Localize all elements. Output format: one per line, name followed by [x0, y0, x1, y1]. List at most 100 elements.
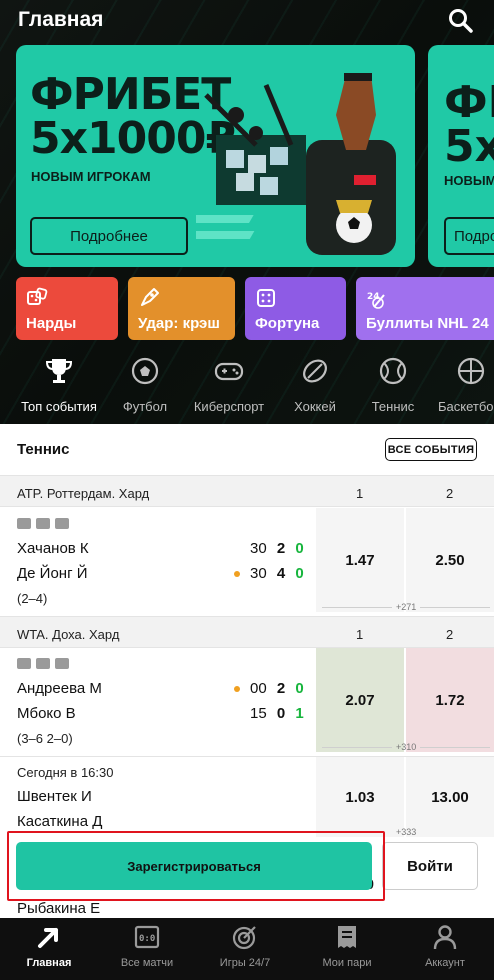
player-1-name[interactable]: Андреева М [17, 680, 102, 697]
sport-tab-top[interactable]: Топ события [16, 356, 102, 414]
bottom-nav: Главная 0:0 Все матчи Игры 24/7 Мои пари… [0, 918, 494, 980]
media-icons [17, 658, 69, 669]
odd-button-1[interactable]: 2.07 [316, 648, 404, 752]
sport-label: Хоккей [294, 399, 336, 414]
all-events-button[interactable]: ВСЕ СОБЫТИЯ [385, 438, 477, 461]
serve-indicator [234, 571, 240, 577]
nav-item-games[interactable]: Игры 24/7 [196, 918, 294, 980]
live-score-2: 15 0 1 [250, 705, 304, 722]
player-2-name[interactable]: Касаткина Д [17, 813, 102, 830]
hockey-stick-icon: 24 [367, 292, 385, 309]
search-icon[interactable] [448, 8, 474, 34]
highlight-frame [7, 831, 385, 901]
odd-button-2[interactable]: 13.00 [406, 757, 494, 837]
banner-subtitle: НОВЫМ [444, 173, 494, 188]
column-1-label: 1 [356, 627, 364, 642]
dice-icon [27, 287, 48, 305]
league-header[interactable]: WTA. Доха. Хард 1 2 [0, 616, 494, 648]
dice-icon [257, 289, 275, 307]
soccer-ball-icon [131, 357, 159, 385]
points: 00 [250, 680, 267, 697]
odd-button-2[interactable]: 1.72 [406, 648, 494, 752]
more-markets[interactable]: +271 [396, 602, 416, 612]
target-icon [232, 926, 256, 950]
stats-icon [55, 658, 69, 669]
nav-item-my-bets[interactable]: Мои пари [298, 918, 396, 980]
rocket-icon [141, 288, 159, 306]
nav-label: Все матчи [120, 957, 174, 969]
league-name: WTA. Доха. Хард [17, 627, 120, 642]
trophy-icon [45, 359, 73, 383]
tile-label: Нарды [26, 315, 77, 332]
odd-button-1[interactable]: 1.03 [316, 757, 404, 837]
nav-item-home[interactable]: Главная [0, 918, 98, 980]
section-title: Теннис [17, 441, 70, 458]
nav-label: Мои пари [322, 957, 372, 969]
serve-indicator [234, 686, 240, 692]
gamepad-icon [214, 362, 244, 381]
tracker-icon [36, 518, 50, 529]
player-2-name[interactable]: Рыбакина Е [17, 900, 100, 917]
sport-label: Топ события [21, 399, 97, 414]
nav-label: Аккаунт [425, 957, 465, 969]
sport-label: Теннис [371, 399, 415, 414]
sport-tab-hockey[interactable]: Хоккей [284, 356, 346, 414]
tennis-ball-icon [379, 357, 407, 385]
player-2-name[interactable]: Де Йонг Й [17, 565, 88, 582]
league-header[interactable]: ATP. Роттердам. Хард 1 2 [0, 475, 494, 507]
sport-label: Киберспорт [193, 399, 265, 414]
player-1-name[interactable]: Швентек И [17, 788, 92, 805]
more-line [322, 607, 392, 608]
tile-nardy[interactable]: Нарды [16, 277, 118, 340]
more-markets[interactable]: +310 [396, 742, 416, 752]
tile-label: Фортуна [255, 315, 320, 332]
live-score-1: 30 2 0 [250, 540, 304, 557]
set-score: (2–4) [17, 591, 48, 606]
top-area: Главная ФРИБЕТ 5x1000₽ НОВЫМ ИГРОКАМ Под… [0, 0, 494, 424]
sets: 0 [295, 540, 304, 557]
page-title: Главная [18, 8, 104, 31]
tile-label: Удар: крэш [138, 315, 220, 332]
sets: 0 [295, 565, 304, 582]
user-icon [433, 925, 457, 950]
sets: 0 [295, 680, 304, 697]
live-score-2: 30 4 0 [250, 565, 304, 582]
basketball-icon [457, 357, 485, 385]
sport-tab-esports[interactable]: Киберспорт [186, 356, 272, 414]
more-markets[interactable]: +333 [396, 827, 416, 837]
tile-udar-crash[interactable]: Удар: крэш [128, 277, 235, 340]
promo-banner[interactable]: ФРИБЕТ 5x1000₽ НОВЫМ ИГРОКАМ Подробнее [16, 45, 415, 267]
odd-button-2[interactable]: 2.50 [406, 508, 494, 612]
set-score: (3–6 2–0) [17, 731, 73, 746]
league-name: ATP. Роттердам. Хард [17, 486, 150, 501]
nav-label: Главная [26, 957, 72, 969]
odd-button-1[interactable]: 1.47 [316, 508, 404, 612]
banner-subtitle: НОВЫМ ИГРОКАМ [31, 169, 151, 184]
more-line [322, 747, 392, 748]
login-button[interactable]: Войти [382, 842, 478, 890]
sport-tab-football[interactable]: Футбол [114, 356, 176, 414]
media-icons [17, 518, 69, 529]
points: 15 [250, 705, 267, 722]
points: 30 [250, 565, 267, 582]
sport-label: Баскетбо [438, 399, 494, 414]
svg-text:0:0: 0:0 [139, 934, 155, 944]
sport-tab-basketball[interactable]: Баскетбо [436, 356, 494, 414]
match-time: Сегодня в 16:30 [17, 765, 114, 780]
nav-item-all-matches[interactable]: 0:0 Все матчи [98, 918, 196, 980]
player-1-name[interactable]: Хачанов К [17, 540, 89, 557]
tile-fortuna[interactable]: Фортуна [245, 277, 346, 340]
player-2-name[interactable]: Мбоко В [17, 705, 76, 722]
promo-banner-next[interactable]: ФР 5x НОВЫМ Подро [428, 45, 494, 267]
sets: 1 [295, 705, 304, 722]
games: 2 [276, 540, 286, 557]
nav-item-account[interactable]: Аккаунт [396, 918, 494, 980]
banner-title: ФР 5x [444, 77, 494, 172]
hockey-puck-icon [303, 359, 327, 383]
banner-more-button[interactable]: Подро [444, 217, 494, 255]
banner-more-button[interactable]: Подробнее [30, 217, 188, 255]
sport-tab-tennis[interactable]: Теннис [362, 356, 424, 414]
tracker-icon [36, 658, 50, 669]
tile-bullity-nhl[interactable]: 24 Буллиты NHL 24 [356, 277, 494, 340]
points: 30 [250, 540, 267, 557]
